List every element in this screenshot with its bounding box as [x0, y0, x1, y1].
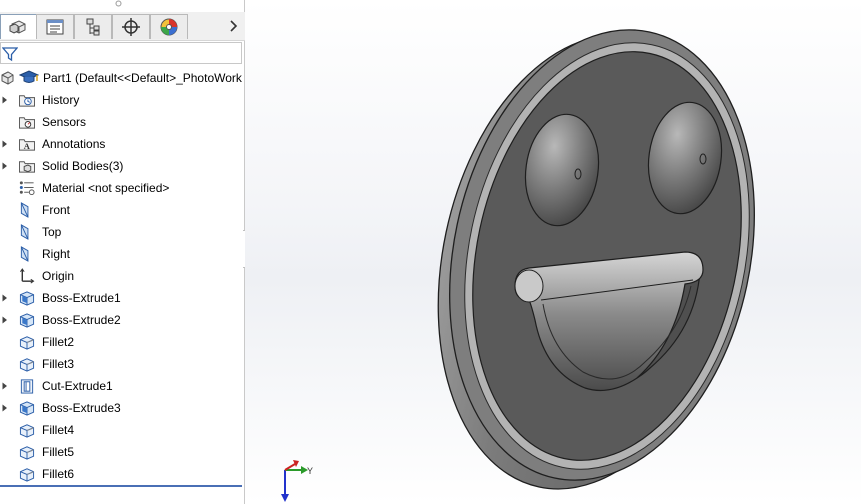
display-manager-icon: [160, 18, 178, 36]
expand-arrow-icon[interactable]: [2, 404, 8, 412]
tree-item-label: Sensors: [42, 115, 87, 129]
plane-icon: [20, 202, 29, 218]
tree-item-label: Cut-Extrude1: [42, 379, 113, 393]
expand-arrow-icon[interactable]: [2, 316, 8, 324]
solid-bodies-folder-icon: [19, 161, 35, 173]
tree-item[interactable]: History: [0, 89, 245, 111]
annotations-folder-icon: A: [19, 139, 35, 151]
tree-item-label: Right: [42, 247, 71, 261]
fillet-icon: [19, 446, 35, 460]
tree-item-label: Solid Bodies(3): [42, 159, 124, 173]
tree-root-label: Part1 (Default<<Default>_PhotoWork: [43, 71, 242, 85]
panel-selection-line: [0, 485, 242, 487]
tree-item-label: Boss-Extrude1: [42, 291, 121, 305]
tree-item[interactable]: Top: [0, 221, 245, 243]
feature-manager-panel: Part1 (Default<<Default>_PhotoWork Histo…: [0, 0, 245, 504]
configuration-manager-icon: [86, 18, 100, 36]
manager-tab-bar: [0, 12, 245, 41]
tree-item[interactable]: Sensors: [0, 111, 245, 133]
fillet-icon: [19, 336, 35, 350]
tree-item[interactable]: Boss-Extrude2: [0, 309, 245, 331]
feature-manager-icon: [9, 20, 26, 34]
tree-item[interactable]: Front: [0, 199, 245, 221]
tab-dimxpert-manager[interactable]: [112, 14, 150, 39]
panel-grip-icon[interactable]: [115, 0, 122, 7]
tree-item-label: Fillet4: [42, 423, 75, 437]
expand-arrow-icon[interactable]: [2, 294, 8, 302]
material-icon: [19, 181, 35, 196]
plane-icon: [20, 246, 29, 262]
mouth-end-cap: [514, 269, 544, 303]
expand-arrow-icon[interactable]: [2, 382, 8, 390]
tree-item-label: Boss-Extrude2: [42, 313, 121, 327]
boss-extrude-icon: [19, 313, 35, 328]
boss-extrude-icon: [19, 291, 35, 306]
tree-item-label: Fillet3: [42, 357, 75, 371]
tree-filter-input[interactable]: [0, 42, 242, 64]
plane-icon: [20, 224, 29, 240]
tab-property-manager[interactable]: [36, 14, 74, 39]
tree-item[interactable]: Fillet2: [0, 331, 245, 353]
fillet-icon: [19, 424, 35, 438]
more-tabs-chevron-icon[interactable]: [227, 18, 241, 34]
fillet-icon: [19, 358, 35, 372]
property-manager-icon: [46, 19, 64, 35]
tree-item[interactable]: Solid Bodies(3): [0, 155, 245, 177]
tree-item-label: Boss-Extrude3: [42, 401, 121, 415]
tree-root-part[interactable]: Part1 (Default<<Default>_PhotoWork: [0, 67, 245, 89]
cut-extrude-icon: [20, 379, 34, 394]
expand-arrow-icon[interactable]: [2, 162, 8, 170]
tree-item[interactable]: Fillet3: [0, 353, 245, 375]
tree-item-label: Fillet5: [42, 445, 75, 459]
fillet-icon: [19, 468, 35, 482]
expand-arrow-icon[interactable]: [2, 96, 8, 104]
tree-item[interactable]: Fillet6: [0, 463, 245, 485]
tab-configuration-manager[interactable]: [74, 14, 112, 39]
tree-item[interactable]: Fillet4: [0, 419, 245, 441]
boss-extrude-icon: [19, 401, 35, 416]
tree-item-label: Annotations: [42, 137, 106, 151]
origin-icon: [20, 268, 35, 284]
tree-item[interactable]: Right: [0, 243, 245, 265]
filter-icon[interactable]: [2, 46, 18, 62]
tree-item-label: Origin: [42, 269, 75, 283]
triad-z-arrow-icon: [281, 494, 289, 502]
tree-item[interactable]: Boss-Extrude1: [0, 287, 245, 309]
photoworks-cap-icon: [19, 70, 39, 83]
graphics-viewport[interactable]: Y: [245, 0, 861, 504]
tree-item-label: History: [42, 93, 80, 107]
history-folder-icon: [19, 95, 35, 107]
tree-item[interactable]: Cut-Extrude1: [0, 375, 245, 397]
tree-item[interactable]: Fillet5: [0, 441, 245, 463]
tab-feature-manager[interactable]: [0, 14, 38, 39]
tree-item-label: Material <not specified>: [42, 181, 170, 195]
tree-item-label: Fillet6: [42, 467, 75, 481]
sensors-folder-icon: [19, 117, 35, 129]
triad-y-label: Y: [307, 466, 313, 476]
tree-item-label: Top: [42, 225, 62, 239]
expand-arrow-icon[interactable]: [2, 140, 8, 148]
tree-item[interactable]: Material <not specified>: [0, 177, 245, 199]
smiley-part-model[interactable]: [245, 0, 861, 504]
svg-text:A: A: [24, 141, 31, 151]
tree-item-label: Front: [42, 203, 71, 217]
tree-item-label: Fillet2: [42, 335, 75, 349]
tab-display-manager[interactable]: [150, 14, 188, 39]
tree-item[interactable]: A Annotations: [0, 133, 245, 155]
reference-triad: Y: [281, 460, 313, 502]
dimxpert-icon: [122, 18, 140, 36]
tree-item[interactable]: Origin: [0, 265, 245, 287]
tree-item[interactable]: Boss-Extrude3: [0, 397, 245, 419]
